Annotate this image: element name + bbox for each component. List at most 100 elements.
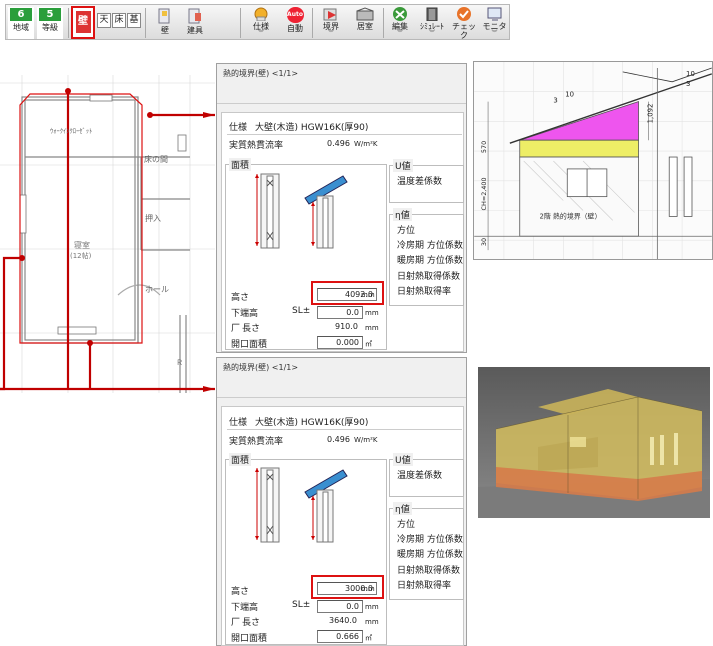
toukyu-label: 等級 <box>42 23 58 32</box>
lower-unit: mm <box>365 603 379 611</box>
fitting-icon <box>188 8 201 24</box>
auto-icon: Auto <box>286 7 304 23</box>
flux-label: 実質熱貫流率 <box>229 437 284 447</box>
length-checkbox[interactable]: 厂 <box>231 615 240 628</box>
wall-section-diagram <box>255 467 348 543</box>
height-highlight <box>311 281 384 305</box>
opening-unit: ㎡ <box>365 340 372 348</box>
check-button-label: チェック <box>452 22 476 40</box>
arrow-to-dialog2-icon <box>203 386 215 392</box>
auto-button[interactable]: Auto 自動 <box>282 7 308 39</box>
opening-input[interactable]: 0.000 <box>317 336 363 349</box>
foundation-kind-button[interactable]: 基 <box>127 13 141 28</box>
dialog2-title: 熱的境界(壁) <1/1> <box>223 363 299 372</box>
chiiki-label: 地域 <box>13 23 29 32</box>
length-label: 長さ <box>242 618 261 628</box>
cool-dir-label: 冷房期 方位係数 <box>397 535 463 545</box>
bedroom-size-label: (12帖) <box>70 251 92 260</box>
room-icon <box>356 7 374 21</box>
edit-button[interactable]: 編集 ︾ <box>387 7 413 39</box>
direction-label: 方位 <box>397 226 416 236</box>
3d-render-view <box>478 367 710 518</box>
dim-top-label: 1,092 <box>646 104 654 124</box>
length-unit: mm <box>365 618 379 626</box>
ceiling-kind-button[interactable]: 天 <box>97 13 111 28</box>
length-checkbox[interactable]: 厂 <box>231 321 240 334</box>
boundary-chevron-icon: ︾ <box>327 30 334 37</box>
edit-tools-icon <box>393 7 407 21</box>
opening-unit: ㎡ <box>365 634 372 642</box>
flux-value: 0.496 <box>327 435 350 444</box>
boundary-button[interactable]: 境界 ︾ <box>317 7 345 39</box>
arrow-to-dialog1-icon <box>203 112 215 118</box>
hall-label: ホール <box>145 285 169 294</box>
edit-chevron-icon: ︾ <box>396 30 403 37</box>
heat-dir-label: 暖房期 方位係数 <box>397 256 463 266</box>
lower-input[interactable]: 0.0 <box>317 600 363 613</box>
walkin-closet-label: ｳｫｰｸｲﾝｸﾛｰｾﾞｯﾄ <box>50 127 92 135</box>
boundary-icon <box>323 8 337 21</box>
elevation-view: 10 3 10 3 1,092 570 CH=2,400 30 2階 熱的境界（… <box>473 61 713 260</box>
simulate-book-icon <box>426 7 438 21</box>
room-button-label: 居室 <box>357 22 373 31</box>
spec-value: 大壁(木造) HGW16K(厚90) <box>255 123 369 133</box>
lower-label: 下端高 <box>231 309 259 319</box>
temp-coef-label: 温度差係数 <box>397 471 443 481</box>
fitting-button-label: 建具 <box>187 26 203 35</box>
spec-label: 仕様 <box>229 123 248 133</box>
eta-group-label: η値 <box>393 502 412 515</box>
opening-input[interactable]: 0.666 <box>317 630 363 643</box>
floor-plan-view[interactable]: ｳｫｰｸｲﾝｸﾛｰｾﾞｯﾄ 床の間 押入 寝室 (12帖) ホール Ｒ <box>0 75 215 393</box>
dim-570-label: 570 <box>480 141 488 153</box>
length-value: 3640.0 <box>329 616 357 625</box>
heat-dir-label: 暖房期 方位係数 <box>397 550 463 560</box>
simulate-button[interactable]: ｼﾐｭﾚｰﾄ ︾ <box>417 7 447 39</box>
toukyu-number: 5 <box>39 8 61 21</box>
check-button[interactable]: チェック <box>449 7 479 40</box>
monitor-icon <box>487 7 501 21</box>
spec-label: 仕様 <box>229 418 248 428</box>
lower-label: 下端高 <box>231 603 259 613</box>
wall-kind-button-active[interactable]: 壁 <box>71 6 95 39</box>
wall-button[interactable]: 壁 <box>152 7 178 39</box>
wall-kind-label: 壁 <box>75 11 91 33</box>
height-highlight <box>311 575 384 599</box>
elevation-caption: 2階 熱的境界（壁） <box>540 211 602 220</box>
flux-label: 実質熱貫流率 <box>229 141 284 151</box>
lower-prefix: SL± <box>292 306 311 316</box>
slope2-denominator: 3 <box>686 80 690 88</box>
eta-group-label: η値 <box>393 208 412 221</box>
slope1-numerator: 10 <box>565 91 574 99</box>
u-group-label: U値 <box>393 159 413 172</box>
monitor-chevron-icon: ︾ <box>491 30 498 37</box>
wall-boundary-dialog-2: 熱的境界(壁) <1/1> 仕様 大壁(木造) HGW16K(厚90) 実質熱貫… <box>216 357 467 646</box>
room-button[interactable]: 居室 <box>350 7 380 39</box>
check-icon <box>457 7 471 21</box>
chiiki-button[interactable]: 6 地域 <box>8 7 34 39</box>
cool-dir-label: 冷房期 方位係数 <box>397 241 463 251</box>
main-toolbar: 6 地域 5 等級 壁 天 床 基 壁 建具 仕様 ︾ Auto 自動 境界 ︾… <box>5 4 510 40</box>
spec-button[interactable]: 仕様 ︾ <box>246 7 276 39</box>
wall-button-label: 壁 <box>161 26 169 35</box>
toko-label: 床の間 <box>144 154 168 164</box>
toukyu-button[interactable]: 5 等級 <box>37 7 63 39</box>
opening-label: 開口面積 <box>231 340 268 350</box>
length-value: 910.0 <box>335 322 358 331</box>
solar-coef-label: 日射熱取得係数 <box>397 272 461 282</box>
slope2-numerator: 10 <box>686 70 695 78</box>
height-label: 高さ <box>231 587 250 597</box>
lower-input[interactable]: 0.0 <box>317 306 363 319</box>
stair-mark: Ｒ <box>176 359 183 367</box>
lower-unit: mm <box>365 309 379 317</box>
length-label: 長さ <box>242 324 261 334</box>
fitting-button[interactable]: 建具 <box>181 7 209 39</box>
bedroom-label: 寝室 <box>74 240 90 250</box>
wall-section-diagram <box>255 173 348 249</box>
oshiire-label: 押入 <box>145 213 161 223</box>
dim-ch-label: CH=2,400 <box>480 177 488 210</box>
floor-kind-button[interactable]: 床 <box>112 13 126 28</box>
flux-unit: W/m²K <box>354 436 378 444</box>
direction-label: 方位 <box>397 520 416 530</box>
monitor-button[interactable]: モニタ ︾ <box>480 7 509 39</box>
spec-value: 大壁(木造) HGW16K(厚90) <box>255 418 369 428</box>
